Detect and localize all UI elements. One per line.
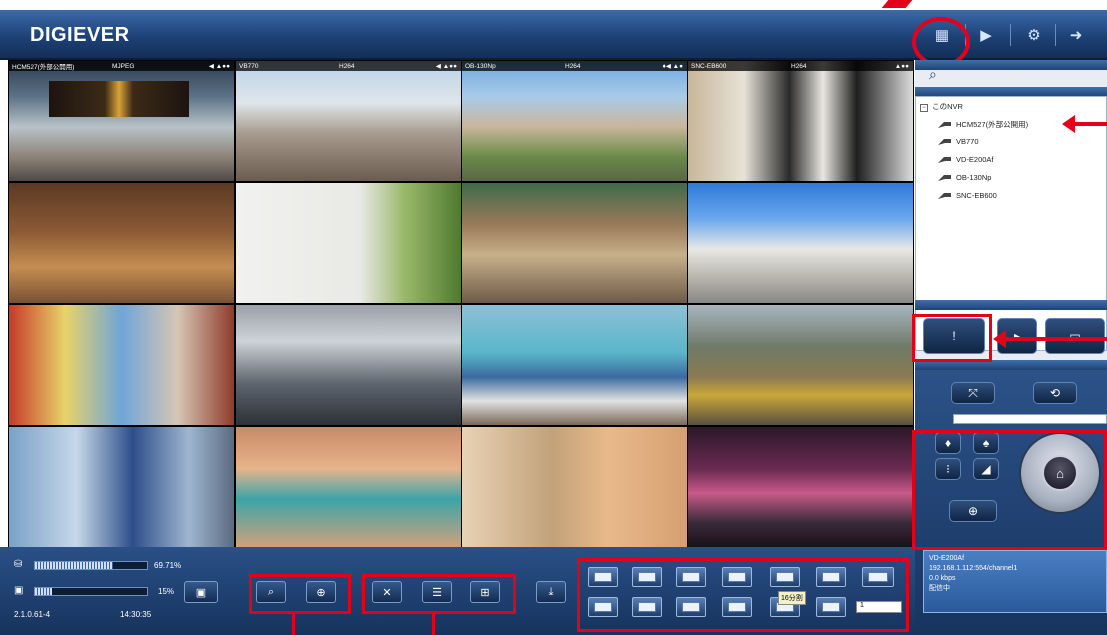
tree-item[interactable]: SNC-EB600: [938, 191, 997, 200]
camera-tile[interactable]: VB770 H264 ◀ ▲●●: [236, 61, 461, 181]
camera-name: HCM527(外部公開用): [12, 64, 75, 71]
divider: [1010, 24, 1011, 46]
camera-osd: OB-130Np H264 ♦◀ ▲●: [462, 61, 687, 71]
status-url: 192.168.1.112:554/channel1: [929, 565, 1018, 572]
annotation-line: [432, 614, 435, 635]
tools-header: [915, 300, 1107, 310]
camera-tile[interactable]: [9, 183, 234, 303]
annotation-line: [292, 614, 295, 635]
settings-icon[interactable]: ⚙: [1020, 22, 1048, 48]
camera-name: SNC-EB600: [691, 62, 727, 70]
camera-codec: H264: [565, 62, 581, 70]
tree-item-label: VB770: [956, 137, 979, 146]
cpu-percent: 15%: [158, 587, 175, 596]
tree-item[interactable]: VB770: [938, 137, 979, 146]
disk-meter: [34, 561, 148, 570]
tool-button[interactable]: ▭: [1045, 318, 1105, 354]
tree-item-label: OB-130Np: [956, 173, 992, 182]
camera-tile[interactable]: [462, 183, 687, 303]
camera-tile[interactable]: SNC-EB600 H264 ▲●●: [688, 61, 913, 181]
highlight-box: [362, 574, 516, 614]
cpu-icon: ▣: [14, 585, 24, 596]
departure-board: [49, 81, 189, 117]
camera-tile[interactable]: OB-130Np H264 ♦◀ ▲●: [462, 61, 687, 181]
camera-tile[interactable]: [9, 305, 234, 425]
camera-icon: [938, 157, 951, 164]
annotation-arrow: [1062, 115, 1107, 133]
panel-header: [915, 60, 1107, 70]
download-button[interactable]: ⤓: [536, 581, 566, 603]
camera-tile[interactable]: HCM527(外部公開用) MJPEG ◀ ▲●●: [9, 61, 234, 181]
camera-tile[interactable]: [236, 305, 461, 425]
version: 2.1.0.61-4: [14, 610, 51, 619]
highlight-box: [912, 314, 992, 362]
preset-select[interactable]: [953, 414, 1107, 424]
snapshot-button[interactable]: ▣: [184, 581, 218, 603]
camera-tile[interactable]: [688, 427, 913, 547]
disk-percent: 69.71%: [154, 561, 182, 570]
camera-icon: [938, 175, 951, 182]
device-tree: − このNVR HCM527(外部公開用) VB770 VD-E200Af OB…: [915, 96, 1107, 351]
video-grid: HCM527(外部公開用) MJPEG ◀ ▲●● VB770 H264 ◀ ▲…: [8, 60, 914, 547]
annotation-arrow: [881, 0, 913, 8]
disk-icon: ⛁: [14, 559, 23, 570]
camera-codec: MJPEG: [112, 62, 135, 70]
preset-button[interactable]: ⤧: [951, 382, 995, 404]
logout-icon[interactable]: ➜: [1062, 22, 1090, 48]
camera-codec: H264: [339, 62, 355, 70]
collapse-icon[interactable]: −: [920, 104, 928, 112]
search-icon[interactable]: ⌕: [929, 66, 937, 83]
camera-name: OB-130Np: [465, 62, 496, 70]
status-state: 配信中: [929, 585, 950, 592]
camera-icon: [938, 122, 951, 129]
camera-icon: [938, 193, 951, 200]
camera-status-icons: ♦◀ ▲●: [662, 63, 683, 70]
playback-icon[interactable]: ▶: [972, 22, 1000, 48]
camera-status-icons: ◀ ▲●●: [208, 63, 230, 70]
tree-item[interactable]: VD-E200Af: [938, 155, 994, 164]
camera-tile[interactable]: [236, 427, 461, 547]
camera-osd: SNC-EB600 H264 ▲●●: [688, 61, 913, 71]
camera-codec: H264: [791, 62, 807, 70]
annotation-arrow: [993, 330, 1107, 348]
tree-root-label: このNVR: [932, 102, 963, 111]
highlight-box: [249, 574, 351, 614]
rotate-button[interactable]: ⟲: [1033, 382, 1077, 404]
camera-osd: VB770 H264 ◀ ▲●●: [236, 61, 461, 71]
camera-tile[interactable]: [9, 427, 234, 547]
camera-status-icons: ▲●●: [894, 62, 909, 70]
tree-item[interactable]: HCM527(外部公開用): [938, 119, 1028, 130]
camera-tile[interactable]: [462, 427, 687, 547]
tree-item-label: VD-E200Af: [956, 155, 994, 164]
highlight-box: [912, 430, 1107, 550]
status-bitrate: 0.0 kbps: [929, 575, 956, 582]
app-logo: DIGIEVER: [30, 24, 130, 46]
camera-tile[interactable]: [462, 305, 687, 425]
camera-osd: HCM527(外部公開用) MJPEG ◀ ▲●●: [9, 61, 234, 71]
camera-icon: [938, 139, 951, 146]
status-device: VD-E200Af: [929, 555, 965, 562]
camera-status-icons: ◀ ▲●●: [435, 63, 457, 70]
camera-tile[interactable]: [688, 183, 913, 303]
highlight-box: [577, 558, 909, 632]
status-box: VD-E200Af 192.168.1.112:554/channel1 0.0…: [923, 550, 1107, 613]
tree-item-label: SNC-EB600: [956, 191, 997, 200]
cpu-meter: [34, 587, 148, 596]
tree-root[interactable]: − このNVR: [920, 101, 963, 112]
tree-item-label: HCM527(外部公開用): [956, 120, 1029, 129]
camera-name: VB770: [239, 62, 259, 70]
camera-tile[interactable]: [236, 183, 461, 303]
camera-tile[interactable]: [688, 305, 913, 425]
divider: [1055, 24, 1056, 46]
tree-item[interactable]: OB-130Np: [938, 173, 991, 182]
clock: 14:30:35: [120, 610, 152, 619]
